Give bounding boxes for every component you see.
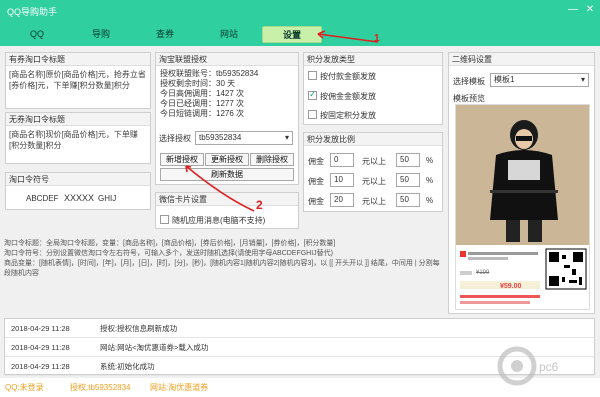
arrow-1 [317,33,379,43]
annotation-arrows [185,30,379,212]
arrow-2-label: 2 [256,198,263,212]
arrow-2 [185,165,255,212]
arrow-1-label: 1 [374,33,380,44]
